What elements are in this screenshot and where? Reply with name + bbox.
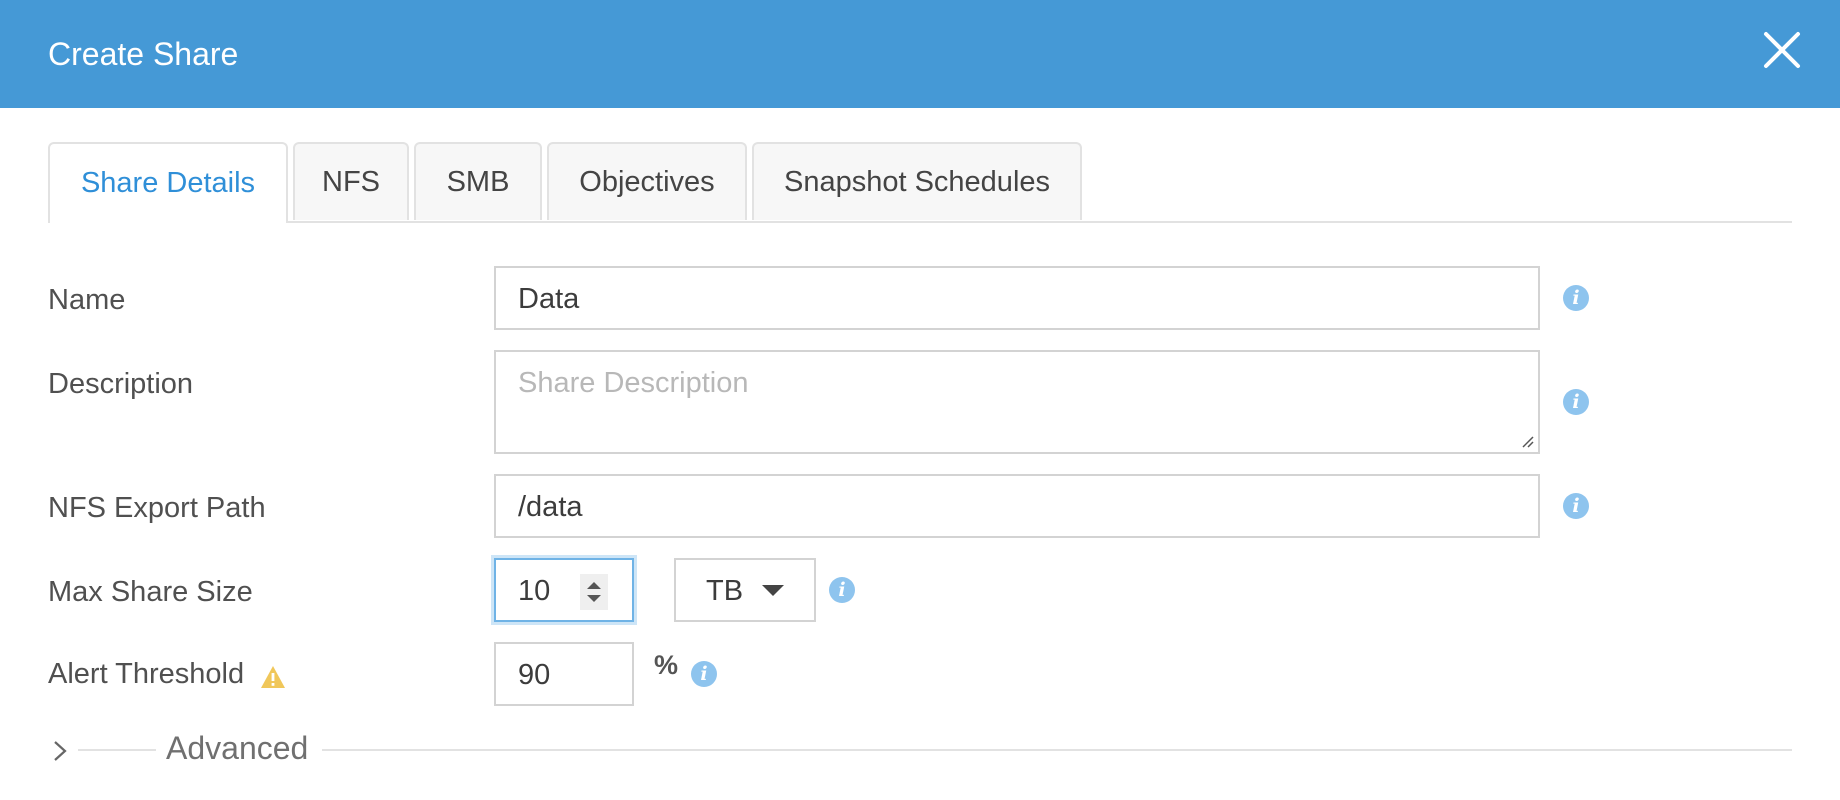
max-share-size-stepper[interactable]: 10	[494, 558, 634, 622]
chevron-down-icon	[762, 585, 784, 596]
dialog-title: Create Share	[48, 36, 239, 72]
description-label: Description	[48, 368, 194, 400]
stepper-icon	[587, 582, 601, 602]
close-button[interactable]	[1762, 30, 1802, 70]
alert-threshold-field[interactable]: 90	[494, 642, 634, 706]
tab-snapshot-schedules[interactable]: Snapshot Schedules	[752, 142, 1082, 220]
alert-threshold-info-icon[interactable]: i	[691, 661, 717, 687]
close-icon	[1764, 32, 1800, 68]
nfs-export-path-field[interactable]: /data	[494, 474, 1540, 538]
resize-handle-icon[interactable]	[1520, 434, 1534, 448]
size-unit-value: TB	[706, 575, 744, 607]
max-share-size-info-icon[interactable]: i	[829, 577, 855, 603]
name-label: Name	[48, 284, 126, 316]
advanced-toggle[interactable]: Advanced	[48, 730, 1792, 770]
name-value: Data	[518, 283, 580, 315]
max-share-size-value: 10	[518, 575, 551, 607]
dialog-header: Create Share	[0, 0, 1840, 108]
percent-unit: %	[654, 650, 679, 680]
nfs-export-path-info-icon[interactable]: i	[1563, 493, 1589, 519]
alert-threshold-label: Alert Threshold	[48, 658, 245, 690]
max-share-size-label: Max Share Size	[48, 576, 253, 608]
description-placeholder: Share Description	[518, 367, 749, 399]
nfs-export-path-value: /data	[518, 491, 583, 523]
advanced-divider-right	[322, 749, 1792, 751]
tab-objectives[interactable]: Objectives	[547, 142, 747, 220]
alert-threshold-value: 90	[518, 659, 551, 691]
description-field[interactable]: Share Description	[494, 350, 1540, 454]
tab-nfs[interactable]: NFS	[293, 142, 409, 220]
tab-share-details[interactable]: Share Details	[48, 142, 288, 223]
stepper-arrows[interactable]	[580, 574, 608, 610]
description-info-icon[interactable]: i	[1563, 389, 1589, 415]
name-info-icon[interactable]: i	[1563, 285, 1589, 311]
tab-smb[interactable]: SMB	[414, 142, 542, 220]
tab-bar: Share Details NFS SMB Objectives Snapsho…	[48, 142, 1792, 223]
advanced-label: Advanced	[166, 730, 309, 766]
size-unit-select[interactable]: TB	[674, 558, 816, 622]
warning-icon	[261, 666, 285, 688]
name-field[interactable]: Data	[494, 266, 1540, 330]
advanced-divider-left	[78, 749, 156, 751]
nfs-export-path-label: NFS Export Path	[48, 492, 266, 524]
chevron-right-icon	[54, 741, 67, 761]
